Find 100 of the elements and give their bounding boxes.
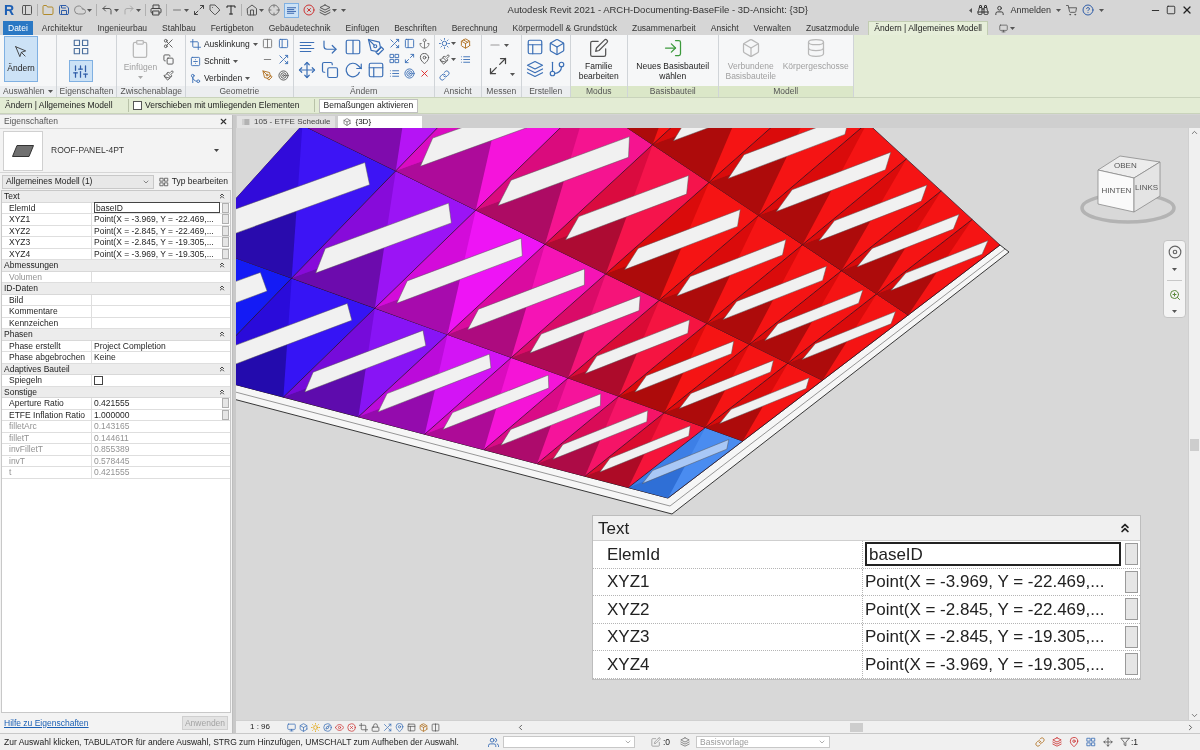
- collapse-chevrons-icon[interactable]: [1118, 521, 1132, 535]
- cube-icon[interactable]: [343, 118, 352, 126]
- layers-icon[interactable]: [680, 737, 691, 747]
- ribbon-button[interactable]: Familie bearbeiten: [574, 36, 623, 81]
- caret-down-icon[interactable]: [450, 58, 456, 61]
- shuffle-icon[interactable]: [383, 722, 392, 732]
- cube-face-label[interactable]: LINKS: [1135, 184, 1159, 192]
- ribbon-tab[interactable]: Zusammenarbeit: [625, 21, 702, 35]
- pin-icon[interactable]: [395, 722, 404, 732]
- chevron-up-icon[interactable]: [1190, 128, 1199, 137]
- cart-icon[interactable]: [1066, 4, 1077, 16]
- checkbox[interactable]: [133, 101, 142, 110]
- merge-nodes-icon[interactable]: [189, 72, 201, 84]
- ribbon-tab[interactable]: Datei: [3, 21, 33, 35]
- filter-icon[interactable]: [1119, 737, 1130, 747]
- browse-button[interactable]: [1125, 598, 1138, 621]
- x-circle-icon[interactable]: [347, 722, 356, 732]
- columns-icon[interactable]: [343, 38, 362, 56]
- link-icon[interactable]: [1034, 737, 1045, 747]
- shuffle-icon[interactable]: [277, 54, 289, 65]
- view-tab[interactable]: 105 - ETFE Schedule: [237, 116, 336, 128]
- ribbon-tab[interactable]: Beschriften: [388, 21, 443, 35]
- columns-icon[interactable]: [431, 722, 440, 732]
- ribbon-tab[interactable]: Stahlbau: [156, 21, 202, 35]
- caret-down-icon[interactable]: [114, 8, 120, 12]
- caret-down-icon[interactable]: [450, 42, 456, 45]
- caret-down-icon[interactable]: [509, 73, 515, 76]
- user-icon[interactable]: [994, 4, 1006, 16]
- caret-down-icon[interactable]: [1009, 26, 1015, 30]
- ribbon-tab[interactable]: Berechnung: [445, 21, 504, 35]
- caret-down-icon[interactable]: [259, 8, 265, 12]
- view-scale[interactable]: 1 : 96: [250, 723, 284, 731]
- scissors-icon[interactable]: [163, 38, 175, 49]
- layers-icon[interactable]: [1051, 737, 1062, 747]
- caret-down-icon[interactable]: [214, 149, 219, 152]
- grid-icon[interactable]: [1085, 737, 1096, 747]
- ribbon-tab[interactable]: Ansicht: [704, 21, 745, 35]
- collapse-chevrons-icon[interactable]: [218, 364, 226, 373]
- browse-button[interactable]: [222, 214, 229, 225]
- vertical-scrollbar[interactable]: [1188, 128, 1200, 720]
- layout-icon[interactable]: [525, 38, 544, 56]
- ribbon-tab[interactable]: Architektur: [35, 21, 89, 35]
- value-field[interactable]: baseID: [94, 202, 220, 214]
- sun-icon[interactable]: [438, 38, 450, 49]
- value-field[interactable]: baseID: [865, 542, 1121, 567]
- move-arrows-icon[interactable]: [1102, 737, 1113, 747]
- edit-icon[interactable]: [588, 38, 609, 58]
- folder-icon[interactable]: [42, 4, 55, 16]
- cube-icon[interactable]: [299, 722, 308, 732]
- chevron-down-icon[interactable]: [1190, 711, 1199, 720]
- crop-icon[interactable]: [189, 38, 201, 50]
- target-icon[interactable]: [403, 68, 415, 79]
- x-circle-icon[interactable]: [303, 4, 316, 16]
- chevron-left-icon[interactable]: [516, 722, 525, 732]
- branch-icon[interactable]: [547, 60, 566, 78]
- caret-left-icon[interactable]: [969, 7, 973, 13]
- property-group-header[interactable]: Phasen: [2, 329, 230, 341]
- chevron-down-icon[interactable]: [624, 738, 632, 746]
- lock-icon[interactable]: [371, 722, 380, 732]
- activate-dimensions-button[interactable]: Bemaßungen aktivieren: [318, 98, 419, 113]
- help-link[interactable]: Hilfe zu Eigenschaften: [4, 718, 89, 728]
- cursor-arrow-icon[interactable]: [14, 45, 28, 60]
- chevron-right-icon[interactable]: [1186, 722, 1195, 732]
- sidebar-icon[interactable]: [277, 38, 289, 49]
- tool-dropdown-button[interactable]: Verbinden: [189, 72, 258, 84]
- help-icon[interactable]: [1082, 4, 1094, 16]
- grid-icon[interactable]: [388, 53, 400, 64]
- copy-icon[interactable]: [320, 61, 339, 79]
- app-logo[interactable]: R: [4, 3, 15, 17]
- sidebar-icon[interactable]: [403, 38, 415, 49]
- collapse-chevrons-icon[interactable]: [218, 330, 226, 339]
- browse-button[interactable]: [222, 237, 229, 248]
- collapse-chevrons-icon[interactable]: [218, 284, 226, 293]
- scrollbar-thumb[interactable]: [1190, 439, 1199, 451]
- list-icon[interactable]: [388, 68, 400, 79]
- list-icon[interactable]: [459, 54, 471, 65]
- copy-icon[interactable]: [163, 54, 175, 65]
- disc-icon[interactable]: [1167, 245, 1182, 259]
- people-icon[interactable]: [488, 736, 499, 748]
- pen-tool-icon[interactable]: [261, 70, 273, 81]
- layers-icon[interactable]: [525, 60, 544, 78]
- collapse-chevrons-icon[interactable]: [218, 261, 226, 270]
- pin-icon[interactable]: [1068, 737, 1079, 747]
- link-icon[interactable]: [438, 70, 450, 81]
- view-tab[interactable]: {3D}: [338, 116, 423, 128]
- caret-down-icon[interactable]: [1172, 310, 1177, 313]
- properties-toggle-button[interactable]: [68, 60, 93, 82]
- shuffle-icon[interactable]: [388, 38, 400, 49]
- caret-down-icon[interactable]: [252, 42, 258, 46]
- target-icon[interactable]: [277, 70, 289, 81]
- layout-icon[interactable]: [366, 61, 385, 79]
- stacked-windows-icon[interactable]: [319, 4, 332, 16]
- monitor-icon[interactable]: [998, 23, 1008, 33]
- cube-face-label[interactable]: HINTEN: [1100, 187, 1133, 195]
- ribbon-tab[interactable]: Gebäudetechnik: [262, 21, 337, 35]
- paintbrush-icon[interactable]: [438, 54, 450, 65]
- columns-icon[interactable]: [261, 38, 273, 49]
- text-icon[interactable]: [225, 4, 238, 16]
- undo-arrow-icon[interactable]: [101, 4, 114, 16]
- modify-tool-button[interactable]: Ändern: [4, 36, 38, 82]
